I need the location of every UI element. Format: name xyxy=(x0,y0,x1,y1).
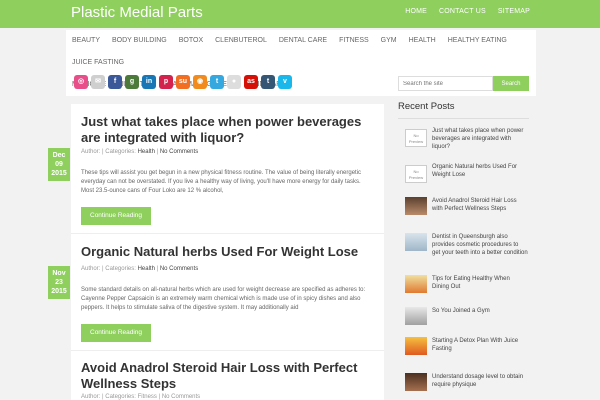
category-beauty[interactable]: BEAUTY xyxy=(66,30,106,52)
facebook-icon[interactable]: f xyxy=(108,75,122,89)
search-button[interactable]: Search xyxy=(493,76,529,91)
post-title[interactable]: Just what takes place when power beverag… xyxy=(81,114,371,146)
social-icons: ◎ ✉ f g in p su ◉ t ● as t v xyxy=(74,75,292,89)
nav-sitemap-link[interactable]: SITEMAP xyxy=(498,8,530,15)
category-gym[interactable]: GYM xyxy=(375,30,403,52)
tumblr-icon[interactable]: t xyxy=(261,75,275,89)
category-body-building[interactable]: BODY BUILDING xyxy=(106,30,173,52)
recent-post-link[interactable]: Dentist in Queensburgh also provides cos… xyxy=(432,233,528,257)
category-clenbuterol[interactable]: CLENBUTEROL xyxy=(209,30,273,52)
physique-thumbnail xyxy=(405,373,427,391)
pinterest-icon[interactable]: p xyxy=(159,75,173,89)
date-day: 23 xyxy=(55,279,63,286)
recent-post-link[interactable]: Understand dosage level to obtain requir… xyxy=(432,373,528,389)
gym-thumbnail xyxy=(405,307,427,325)
meta-category-link[interactable]: Health xyxy=(138,266,155,272)
search-form: Search xyxy=(398,76,529,91)
category-fitness[interactable]: FITNESS xyxy=(333,30,375,52)
recent-post-link[interactable]: Avoid Anadrol Steroid Hair Loss with Per… xyxy=(432,197,528,213)
stumbleupon-icon[interactable]: su xyxy=(176,75,190,89)
recent-post-link[interactable]: So You Joined a Gym xyxy=(432,307,528,315)
recent-post-link[interactable]: Tips for Eating Healthy When Dining Out xyxy=(432,275,528,291)
recent-post-link[interactable]: Organic Natural herbs Used For Weight Lo… xyxy=(432,163,528,179)
nav-contact-link[interactable]: CONTACT US xyxy=(439,8,486,15)
googleplus-icon[interactable]: g xyxy=(125,75,139,89)
post-date-badge: Dec 09 2015 xyxy=(48,148,70,181)
food-thumbnail xyxy=(405,275,427,293)
post-divider xyxy=(71,233,384,234)
dentist-thumbnail xyxy=(405,233,427,251)
post-title[interactable]: Organic Natural herbs Used For Weight Lo… xyxy=(81,244,371,260)
recent-post-link[interactable]: Just what takes place when power beverag… xyxy=(432,127,528,151)
date-day: 09 xyxy=(55,161,63,168)
no-preview-thumbnail: No Preview xyxy=(405,129,427,147)
top-bar: Plastic Medial Parts HOME CONTACT US SIT… xyxy=(0,0,600,28)
nav-home-link[interactable]: HOME xyxy=(405,8,427,15)
post-meta: Author: | Categories: Health | No Commen… xyxy=(81,266,198,272)
flickr-icon[interactable]: ● xyxy=(227,75,241,89)
email-icon[interactable]: ✉ xyxy=(91,75,105,89)
continue-reading-button[interactable]: Continue Reading xyxy=(81,324,152,342)
juice-thumbnail xyxy=(405,337,427,355)
meta-comments-link[interactable]: No Comments xyxy=(160,266,198,272)
sidebar-divider xyxy=(398,118,529,119)
meta-author: Author: | Categories: xyxy=(81,266,138,272)
twitter-icon[interactable]: t xyxy=(210,75,224,89)
vimeo-icon[interactable]: v xyxy=(278,75,292,89)
category-health[interactable]: HEALTH xyxy=(403,30,442,52)
recent-post-link[interactable]: Starting A Detox Plan With Juice Fasting xyxy=(432,337,528,353)
category-juice-fasting[interactable]: JUICE FASTING xyxy=(66,52,130,74)
post-meta: Author: | Categories: Health | No Commen… xyxy=(81,149,198,155)
no-preview-thumbnail: No Preview xyxy=(405,165,427,183)
recent-posts-heading: Recent Posts xyxy=(398,101,455,112)
post-excerpt: These tips will assist you get begun in … xyxy=(81,170,362,194)
date-month: Nov xyxy=(52,270,66,277)
lastfm-icon[interactable]: as xyxy=(244,75,258,89)
category-dental-care[interactable]: DENTAL CARE xyxy=(273,30,333,52)
date-year: 2015 xyxy=(51,288,67,295)
category-healthy-eating[interactable]: HEALTHY EATING xyxy=(442,30,513,52)
post-list: Just what takes place when power beverag… xyxy=(71,104,384,400)
continue-reading-button[interactable]: Continue Reading xyxy=(81,207,152,225)
category-botox[interactable]: BOTOX xyxy=(173,30,209,52)
date-month: Dec xyxy=(52,152,66,159)
search-input[interactable] xyxy=(398,76,493,91)
post-meta: Author: | Categories: Fitness | No Comme… xyxy=(81,394,201,400)
meta-category-link[interactable]: Health xyxy=(138,149,155,155)
post-divider xyxy=(71,350,384,351)
meta-author: Author: | Categories: xyxy=(81,149,138,155)
bodybuilder-thumbnail xyxy=(405,197,427,215)
linkedin-icon[interactable]: in xyxy=(142,75,156,89)
post-title[interactable]: Avoid Anadrol Steroid Hair Loss with Per… xyxy=(81,360,371,392)
meta-comments-link[interactable]: No Comments xyxy=(160,149,198,155)
site-title[interactable]: Plastic Medial Parts xyxy=(71,4,203,21)
top-nav: HOME CONTACT US SITEMAP xyxy=(405,8,530,15)
post-date-badge: Nov 23 2015 xyxy=(48,266,70,299)
date-year: 2015 xyxy=(51,170,67,177)
rss-icon[interactable]: ◉ xyxy=(193,75,207,89)
dribbble-icon[interactable]: ◎ xyxy=(74,75,88,89)
sidebar: Recent Posts No Preview Just what takes … xyxy=(398,95,529,400)
post-excerpt: Some standard details on all-natural her… xyxy=(81,287,366,311)
